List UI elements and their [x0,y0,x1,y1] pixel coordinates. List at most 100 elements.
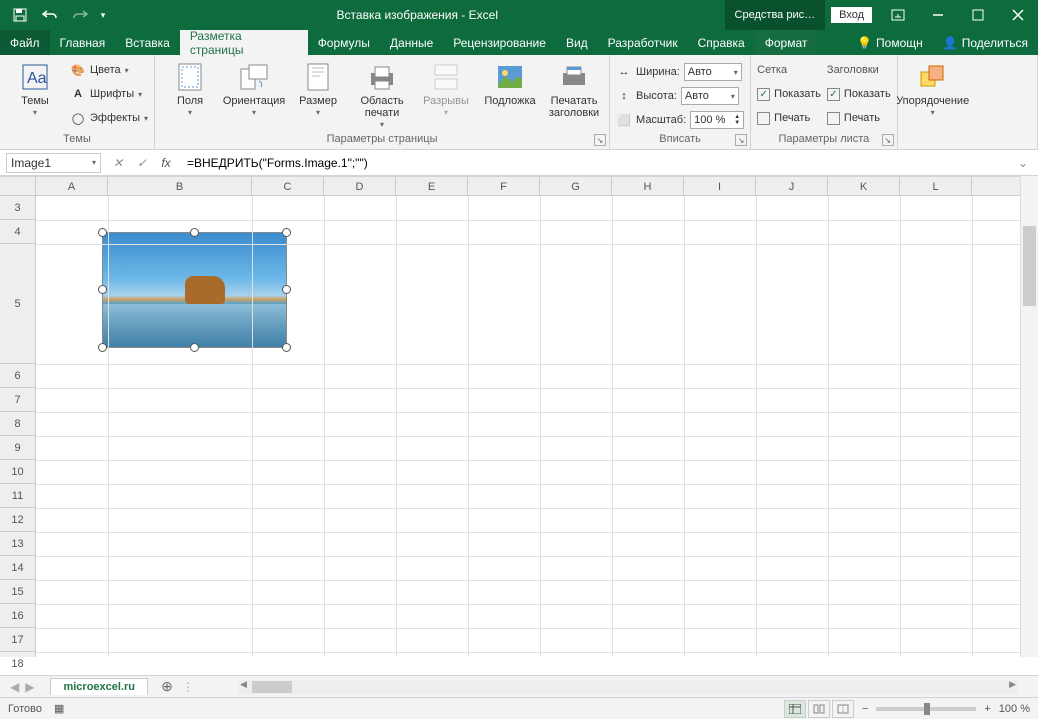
print-gridlines-check[interactable]: Печать [757,107,821,129]
scrollbar-thumb[interactable] [252,681,292,693]
col-header-H[interactable]: H [612,177,684,195]
col-header-E[interactable]: E [396,177,468,195]
save-button[interactable] [6,1,34,29]
select-all-corner[interactable] [0,176,36,196]
row-header-10[interactable]: 10 [0,460,35,484]
horizontal-scrollbar[interactable]: ◀▶ [238,680,1018,694]
tab-file[interactable]: Файл [0,30,50,55]
tab-data[interactable]: Данные [380,30,443,55]
resize-handle-ne[interactable] [282,228,291,237]
sheet-options-launcher[interactable]: ↘ [882,134,894,146]
print-titles-button[interactable]: Печатать заголовки [545,57,603,119]
maximize-button[interactable] [958,0,998,30]
print-headings-check[interactable]: Печать [827,107,891,129]
arrange-button[interactable]: Упорядочение▾ [904,57,962,118]
macro-record-icon[interactable]: ▦ [54,702,64,715]
row-header-7[interactable]: 7 [0,388,35,412]
row-header-5[interactable]: 5 [0,244,35,364]
scrollbar-thumb[interactable] [1023,226,1036,306]
page-break-view-button[interactable] [832,700,854,718]
redo-button[interactable] [66,1,94,29]
prev-sheet-icon[interactable]: ◀ [10,680,19,694]
qat-customize[interactable]: ▾ [96,1,110,29]
height-combo[interactable]: Авто▾ [681,87,739,105]
row-header-8[interactable]: 8 [0,412,35,436]
scale-spinner[interactable]: 100 %▲▼ [690,111,744,129]
cells-area[interactable] [36,196,1020,657]
col-header-A[interactable]: A [36,177,108,195]
row-header-16[interactable]: 16 [0,604,35,628]
ribbon-display-options[interactable] [878,0,918,30]
zoom-slider[interactable] [876,707,976,711]
vertical-scrollbar[interactable] [1020,176,1038,657]
themes-button[interactable]: Aa Темы▾ [6,57,64,118]
row-header-18[interactable]: 18 [0,652,35,676]
context-tab-drawing[interactable]: Средства рис… [725,0,826,30]
tab-page-layout[interactable]: Разметка страницы [180,30,308,55]
tab-help[interactable]: Справка [688,30,755,55]
effects-button[interactable]: ◯Эффекты▾ [70,107,148,129]
tab-review[interactable]: Рецензирование [443,30,556,55]
show-gridlines-check[interactable]: ✓Показать [757,83,821,105]
size-button[interactable]: Размер▾ [289,57,347,118]
enter-formula-button[interactable]: ✓ [131,153,153,173]
row-header-11[interactable]: 11 [0,484,35,508]
breaks-button[interactable]: Разрывы▾ [417,57,475,118]
col-header-J[interactable]: J [756,177,828,195]
tab-developer[interactable]: Разработчик [598,30,688,55]
resize-handle-nw[interactable] [98,228,107,237]
row-header-6[interactable]: 6 [0,364,35,388]
resize-handle-w[interactable] [98,285,107,294]
background-button[interactable]: Подложка [481,57,539,107]
orientation-button[interactable]: Ориентация▾ [225,57,283,118]
embedded-image-object[interactable] [102,232,287,348]
row-header-3[interactable]: 3 [0,196,35,220]
col-header-L[interactable]: L [900,177,972,195]
show-headings-check[interactable]: ✓Показать [827,83,891,105]
fx-button[interactable]: fx [155,153,177,173]
col-header-G[interactable]: G [540,177,612,195]
col-header-B[interactable]: B [108,177,252,195]
margins-button[interactable]: Поля▾ [161,57,219,118]
row-header-9[interactable]: 9 [0,436,35,460]
sheet-nav[interactable]: ◀▶ [0,680,44,694]
expand-formula-bar[interactable]: ⌄ [1014,156,1032,170]
signin-button[interactable]: Вход [831,7,872,23]
close-button[interactable] [998,0,1038,30]
row-header-13[interactable]: 13 [0,532,35,556]
row-header-12[interactable]: 12 [0,508,35,532]
tab-home[interactable]: Главная [50,30,116,55]
tab-formulas[interactable]: Формулы [308,30,380,55]
col-header-D[interactable]: D [324,177,396,195]
resize-handle-s[interactable] [190,343,199,352]
tab-insert[interactable]: Вставка [115,30,180,55]
print-area-button[interactable]: Область печати▾ [353,57,411,130]
page-layout-view-button[interactable] [808,700,830,718]
fonts-button[interactable]: AШрифты▾ [70,83,148,105]
new-sheet-button[interactable]: ⊕ [156,678,178,695]
resize-handle-se[interactable] [282,343,291,352]
resize-handle-sw[interactable] [98,343,107,352]
zoom-in-button[interactable]: + [984,703,990,715]
zoom-level[interactable]: 100 % [999,703,1030,715]
cancel-formula-button[interactable]: ✕ [107,153,129,173]
tell-me[interactable]: 💡Помощн [847,30,933,55]
minimize-button[interactable] [918,0,958,30]
scale-launcher[interactable]: ↘ [735,134,747,146]
resize-handle-e[interactable] [282,285,291,294]
zoom-out-button[interactable]: − [862,703,868,715]
row-header-14[interactable]: 14 [0,556,35,580]
resize-handle-n[interactable] [190,228,199,237]
normal-view-button[interactable] [784,700,806,718]
row-header-15[interactable]: 15 [0,580,35,604]
col-header-I[interactable]: I [684,177,756,195]
next-sheet-icon[interactable]: ▶ [25,680,34,694]
row-header-17[interactable]: 17 [0,628,35,652]
tab-format[interactable]: Формат [755,30,818,55]
colors-button[interactable]: 🎨Цвета▾ [70,59,148,81]
width-combo[interactable]: Авто▾ [684,63,742,81]
page-setup-launcher[interactable]: ↘ [594,134,606,146]
formula-input[interactable] [183,153,1008,173]
undo-button[interactable] [36,1,64,29]
sheet-tab-active[interactable]: microexcel.ru [50,678,148,695]
